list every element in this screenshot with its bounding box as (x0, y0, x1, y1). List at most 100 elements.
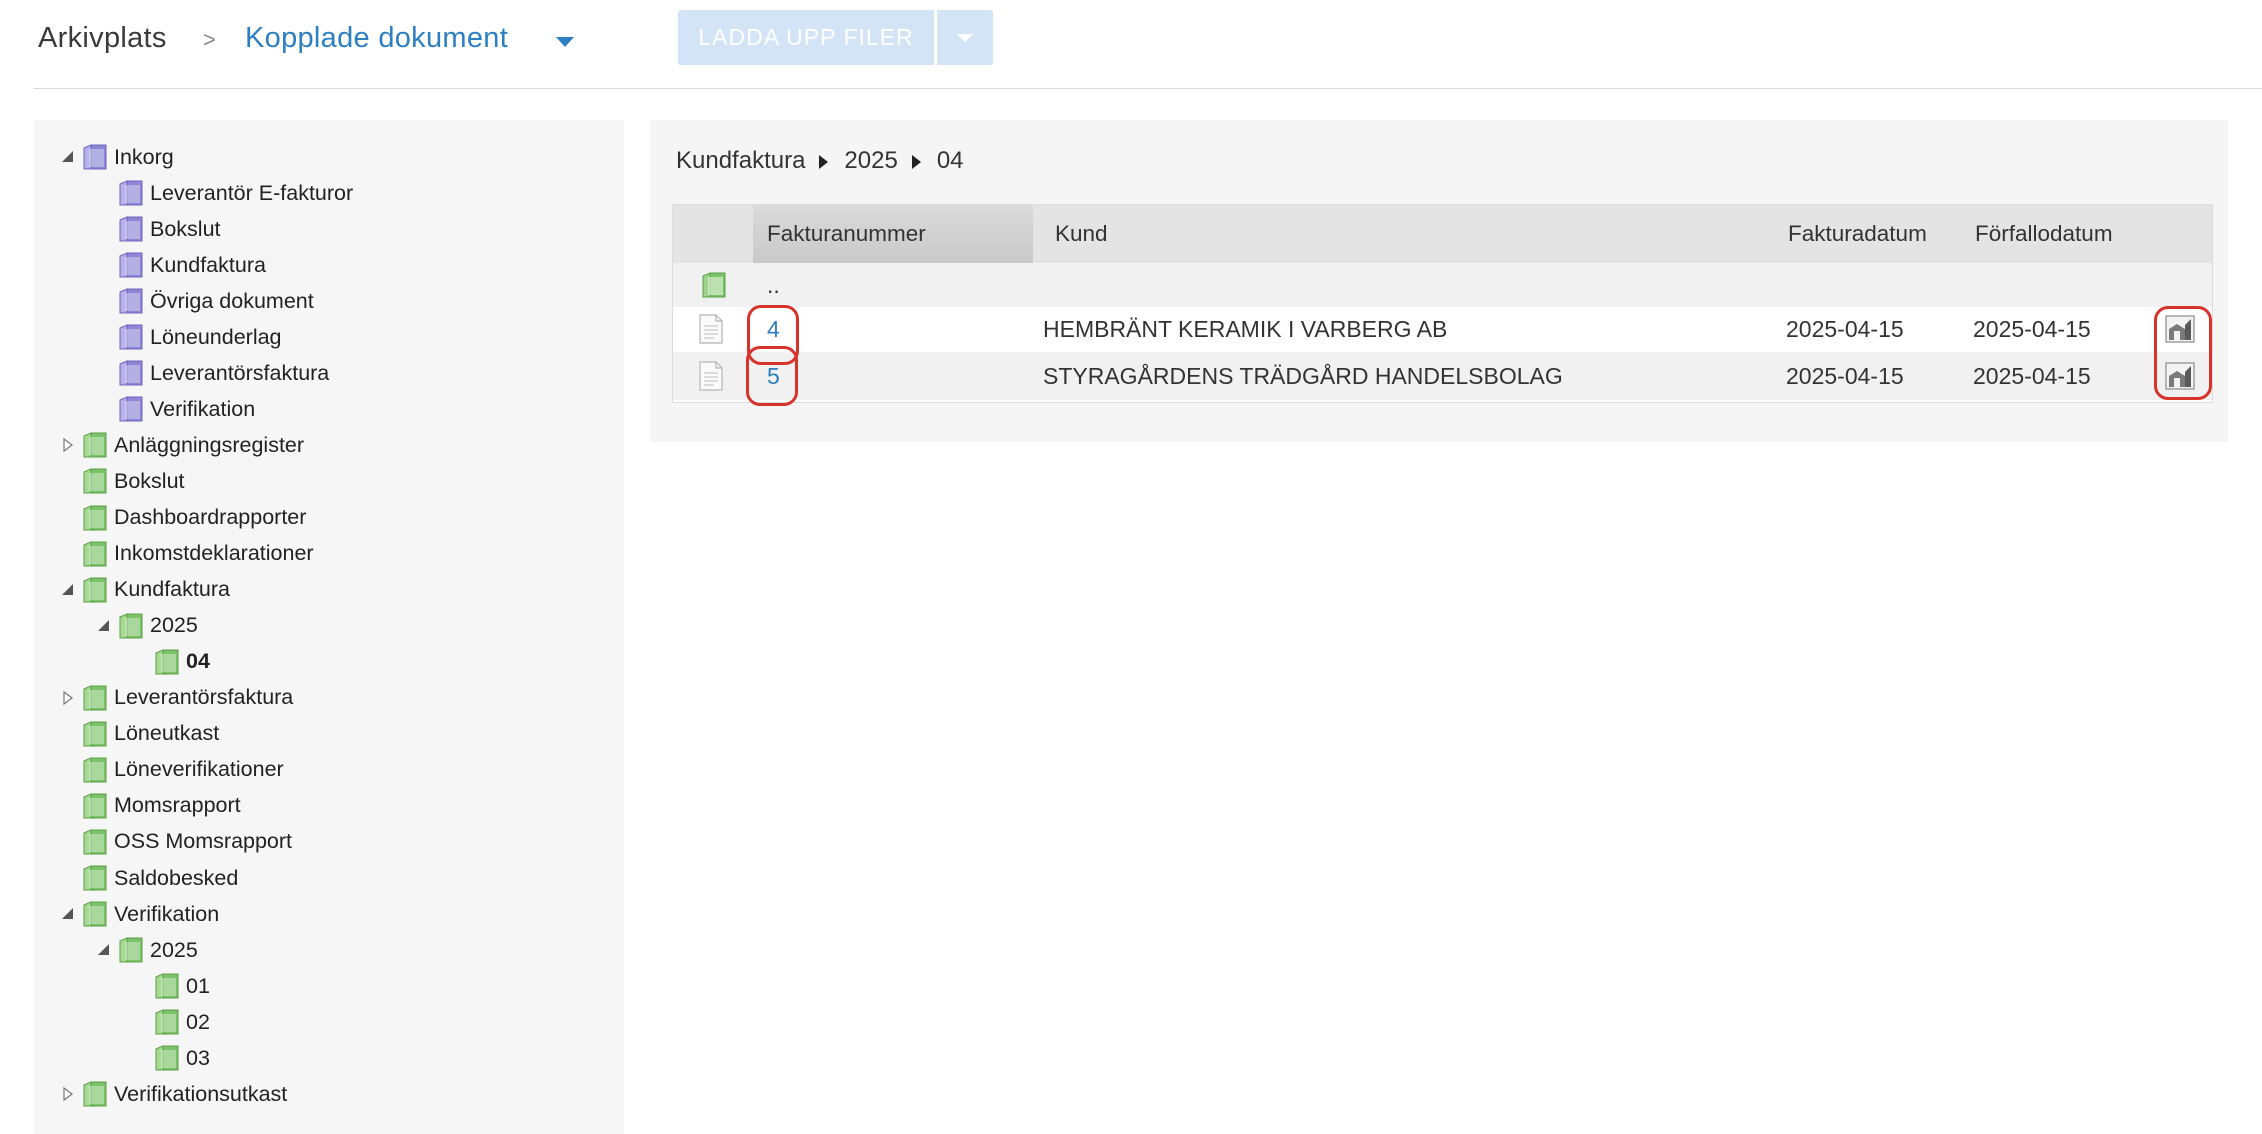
caret-right-icon (911, 155, 921, 169)
table-row[interactable]: 4 HEMBRÄNT KERAMIK I VARBERG AB 2025-04-… (673, 307, 2212, 351)
tree-item-label: Löneunderlag (150, 324, 282, 349)
folder-icon (116, 394, 146, 424)
due-date: 2025-04-15 (1973, 362, 2091, 389)
tree-item-label: Kundfaktura (114, 577, 230, 602)
folder-icon (80, 575, 110, 605)
column-header-fakturadatum[interactable]: Fakturadatum (1788, 205, 1927, 263)
highlight-annotation-archive-icons (2154, 306, 2212, 400)
path-segment[interactable]: 04 (937, 147, 964, 175)
table-row[interactable]: 5 STYRAGÅRDENS TRÄDGÅRD HANDELSBOLAG 202… (673, 352, 2212, 400)
tree-item[interactable]: Anläggningsregister (60, 428, 304, 462)
tree-item[interactable]: 04 (132, 645, 210, 679)
folder-icon (80, 755, 110, 785)
tree-item[interactable]: Övriga dokument (96, 284, 314, 318)
collapse-toggle-icon[interactable] (60, 582, 76, 598)
header-divider (34, 88, 2262, 89)
due-date: 2025-04-15 (1973, 315, 2091, 342)
path-segment[interactable]: Kundfaktura (676, 147, 805, 175)
upload-options-dropdown-button[interactable] (937, 10, 993, 65)
tree-item[interactable]: Löneverifikationer (60, 753, 284, 787)
expand-toggle-icon[interactable] (60, 1086, 76, 1102)
parent-folder-label: .. (767, 271, 780, 298)
breadcrumb-separator: > (203, 27, 216, 52)
tree-item[interactable]: Leverantörsfaktura (60, 681, 293, 715)
tree-item-label: Verifikation (150, 396, 256, 421)
tree-item-label: Löneverifikationer (114, 757, 284, 782)
collapse-toggle-icon[interactable] (60, 149, 76, 165)
tree-item[interactable]: Kundfaktura (60, 573, 230, 607)
folder-icon (80, 142, 110, 172)
tree-item-label: 02 (186, 1009, 210, 1034)
highlight-annotation-number-2 (746, 346, 798, 406)
folder-icon (80, 827, 110, 857)
tree-item[interactable]: Verifikation (96, 392, 255, 426)
tree-item[interactable]: 03 (132, 1041, 210, 1075)
tree-item[interactable]: 2025 (96, 609, 198, 643)
tree-item[interactable]: Löneunderlag (96, 320, 282, 354)
tree-item-label: Leverantörsfaktura (114, 685, 294, 710)
tree-item[interactable]: Kundfaktura (96, 248, 266, 282)
collapse-toggle-icon[interactable] (96, 618, 112, 634)
column-header-fakturanummer[interactable]: Fakturanummer (767, 205, 926, 263)
invoice-date: 2025-04-15 (1786, 362, 1904, 389)
tree-item[interactable]: OSS Momsrapport (60, 825, 292, 859)
path-segment[interactable]: 2025 (844, 147, 897, 175)
tree-item[interactable]: Leverantör E-fakturor (96, 176, 353, 210)
tree-item[interactable]: Leverantörsfaktura (96, 356, 329, 390)
tree-item[interactable]: Inkorg (60, 140, 174, 174)
tree-item-label: Inkomstdeklarationer (114, 541, 314, 566)
folder-icon (80, 503, 110, 533)
tree-item[interactable]: Dashboardrapporter (60, 501, 306, 535)
expand-toggle-icon[interactable] (60, 437, 76, 453)
collapse-toggle-icon[interactable] (96, 942, 112, 958)
collapse-toggle-icon[interactable] (60, 906, 76, 922)
folder-icon (116, 286, 146, 316)
tree-item[interactable]: Saldobesked (60, 861, 238, 895)
parent-folder-row[interactable]: .. (673, 263, 2212, 307)
tree-item-label: 2025 (150, 937, 198, 962)
tree-item-label: 01 (186, 973, 210, 998)
folder-icon (116, 214, 146, 244)
document-grid: Fakturanummer Kund Fakturadatum Förfallo… (672, 204, 2213, 403)
folder-icon (80, 683, 110, 713)
tree-item-label: Anläggningsregister (114, 432, 305, 457)
folder-icon (80, 466, 110, 496)
tree-item[interactable]: 2025 (96, 933, 198, 967)
customer-name: STYRAGÅRDENS TRÄDGÅRD HANDELSBOLAG (1043, 362, 1563, 389)
folder-icon (699, 263, 729, 307)
customer-name: HEMBRÄNT KERAMIK I VARBERG AB (1043, 315, 1448, 342)
folder-icon (80, 539, 110, 569)
document-icon (699, 352, 723, 400)
folder-icon (80, 719, 110, 749)
tree-item[interactable]: Verifikation (60, 897, 219, 931)
folder-icon (116, 250, 146, 280)
upload-files-button[interactable]: LADDA UPP FILER (678, 10, 934, 65)
tree-item[interactable]: 01 (132, 969, 210, 1003)
tree-item[interactable]: Momsrapport (60, 789, 241, 823)
folder-path: Kundfaktura 2025 04 (676, 146, 964, 176)
expand-toggle-icon[interactable] (60, 690, 76, 706)
folder-icon (116, 935, 146, 965)
document-icon (699, 307, 723, 351)
tree-item-label: Löneutkast (114, 721, 220, 746)
tree-item[interactable]: 02 (132, 1005, 210, 1039)
tree-item[interactable]: Bokslut (96, 212, 221, 246)
folder-icon (152, 1007, 182, 1037)
breadcrumb-root[interactable]: Arkivplats (38, 22, 167, 55)
column-header-kund[interactable]: Kund (1055, 205, 1108, 263)
tree-item-label: Bokslut (150, 216, 221, 241)
tree-item[interactable]: Verifikationsutkast (60, 1077, 287, 1111)
folder-icon (116, 358, 146, 388)
folder-icon (80, 863, 110, 893)
tree-item-label: Momsrapport (114, 793, 241, 818)
folder-icon (152, 647, 182, 677)
chevron-down-icon[interactable] (556, 37, 574, 47)
archive-location-dropdown[interactable]: Kopplade dokument (245, 22, 508, 55)
tree-item[interactable]: Bokslut (60, 464, 185, 498)
tree-item[interactable]: Inkomstdeklarationer (60, 537, 314, 571)
tree-item-label: Saldobesked (114, 865, 239, 890)
column-header-forfallodatum[interactable]: Förfallodatum (1975, 205, 2113, 263)
tree-item-label: Leverantör E-fakturor (150, 180, 354, 205)
folder-icon (152, 971, 182, 1001)
tree-item[interactable]: Löneutkast (60, 717, 219, 751)
